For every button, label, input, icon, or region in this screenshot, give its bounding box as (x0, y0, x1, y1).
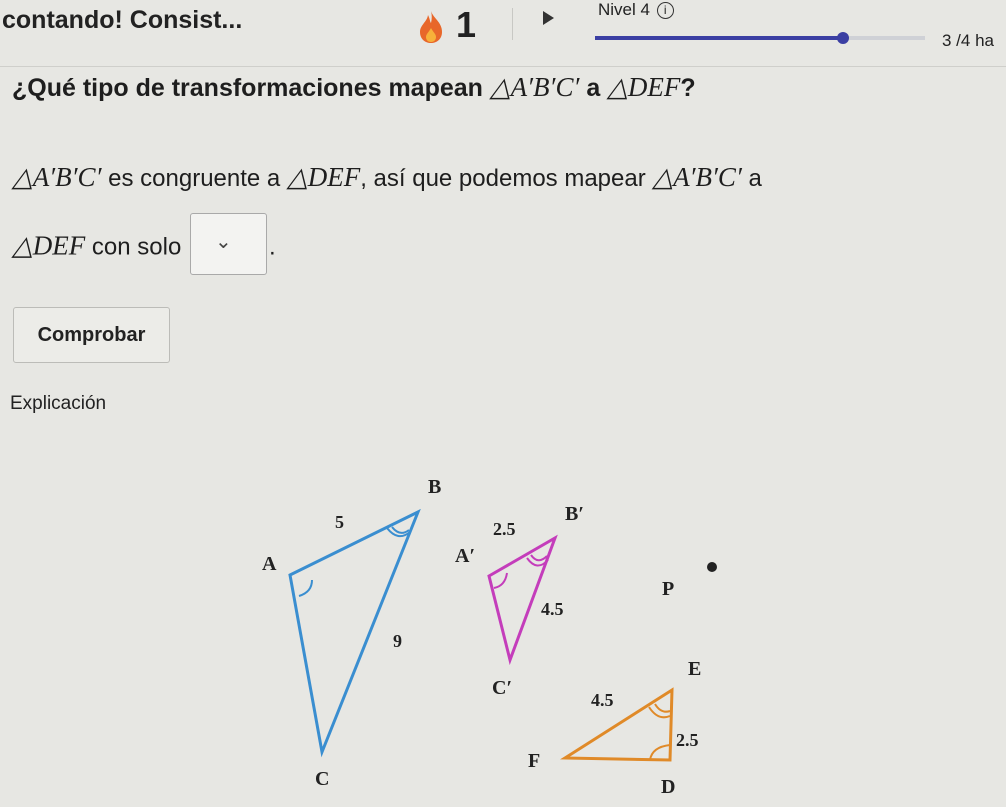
progress-knob (836, 32, 849, 44)
statement-text-1: es congruente a (101, 165, 287, 192)
vertex-b1-label: B′ (565, 503, 584, 525)
vertex-e-label: E (688, 658, 701, 680)
side-a1b1-length: 2.5 (493, 519, 516, 539)
side-bc-length: 9 (393, 631, 402, 651)
streak-count: 1 (456, 4, 477, 45)
statement-tri-4: △DEF (12, 230, 86, 261)
triangle-def-label: △DEF (607, 72, 681, 102)
angle-mark-a1 (493, 572, 508, 589)
vertex-f-label: F (528, 750, 540, 772)
question-suffix: ? (680, 74, 696, 102)
triangles-figure: A B C 5 9 A′ B′ C′ 2.5 4.5 P E F D 4.5 2… (262, 476, 717, 798)
statement-tri-1: △A′B′C′ (12, 162, 102, 192)
chevron-down-icon: ⌄ (214, 231, 232, 253)
vertex-c-label: C (315, 768, 329, 790)
angle-mark-d (649, 744, 671, 761)
progress-fill (595, 36, 843, 40)
question-middle: a (579, 74, 608, 102)
triangle-a1b1c1-label: △A′B′C′ (489, 72, 580, 102)
side-b1c1-length: 4.5 (541, 599, 564, 619)
angle-mark-a (298, 579, 313, 597)
explanation-link[interactable]: Explicación (10, 393, 106, 415)
statement-line-1: △A′B′C′ es congruente a △DEF, así que po… (12, 162, 762, 193)
exercise-title: contando! Consist... (2, 6, 243, 34)
transformation-dropdown[interactable]: ⌄ (189, 213, 267, 275)
info-circle-icon[interactable]: i (656, 2, 674, 19)
question-prompt: ¿Qué tipo de transformaciones mapean △A′… (12, 72, 696, 103)
flame-icon (420, 11, 442, 43)
vertex-a1-label: A′ (455, 545, 475, 567)
statement-text-3: a (741, 165, 762, 192)
progress-bar (595, 32, 925, 44)
statement-line-2: △DEF con solo ⌄. (12, 213, 276, 279)
level-text: Nivel 4 (598, 0, 650, 19)
statement-tri-3: △A′B′C′ (652, 162, 742, 192)
vertex-a-label: A (262, 553, 277, 575)
side-ef-length: 4.5 (591, 690, 614, 710)
vertex-d-label: D (661, 776, 675, 798)
question-counter: 3 /4 ha (942, 31, 994, 50)
angle-mark-e-inner (654, 703, 671, 713)
header-divider (512, 8, 513, 40)
level-label[interactable]: Nivel 4 i (598, 0, 674, 20)
side-ed-length: 2.5 (676, 730, 699, 750)
statement-end: . (268, 233, 276, 261)
statement-text-4: con solo (85, 233, 188, 261)
check-button[interactable]: Comprobar (13, 307, 170, 363)
question-prefix: ¿Qué tipo de transformaciones mapean (12, 74, 490, 102)
angle-mark-b1-inner (530, 554, 548, 562)
top-bar: contando! Consist... 1 Nivel 4 i 3 /4 ha (0, 0, 1006, 67)
statement-text-2: , así que podemos mapear (360, 165, 653, 192)
vertex-b-label: B (428, 476, 441, 498)
side-ab-length: 5 (335, 512, 344, 532)
point-p-label: P (662, 578, 674, 600)
angle-mark-b-inner (391, 526, 410, 534)
statement-tri-2: △DEF (286, 162, 361, 192)
play-icon[interactable] (543, 11, 554, 25)
vertex-c1-label: C′ (492, 677, 512, 699)
point-p (707, 562, 717, 572)
